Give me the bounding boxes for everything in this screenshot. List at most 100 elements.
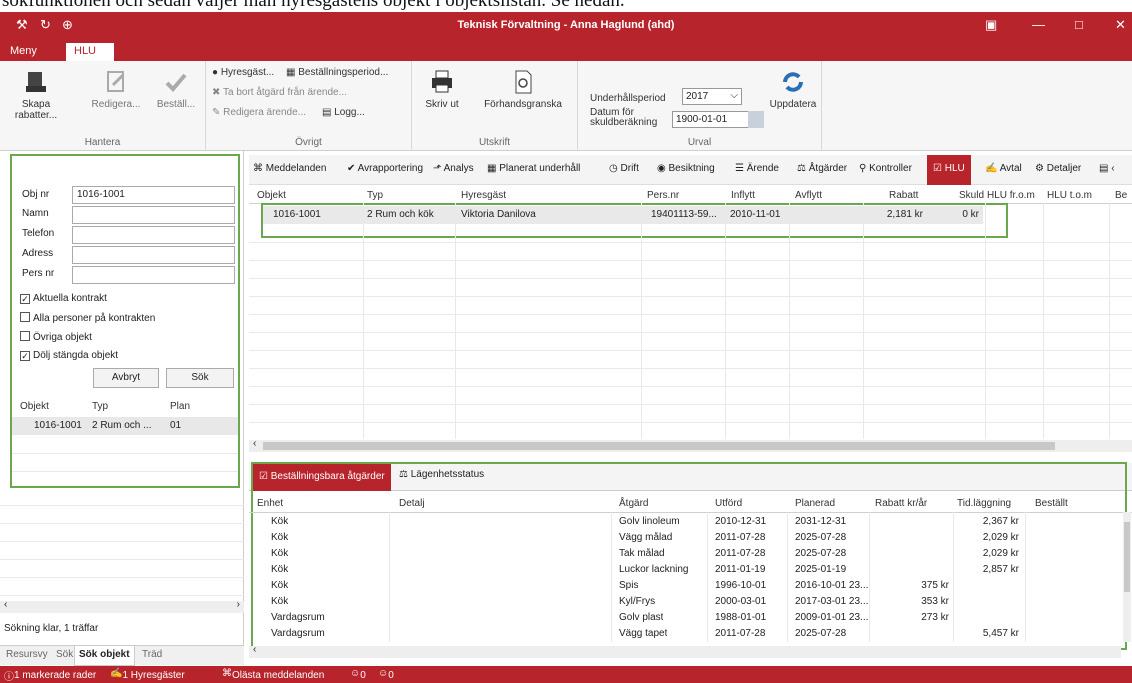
- scroll-thumb[interactable]: [263, 442, 1055, 450]
- col-hlu-from[interactable]: HLU fr.o.m: [987, 190, 1035, 201]
- tab-planerat-underhall[interactable]: ▦ Planerat underhåll: [487, 163, 580, 174]
- bestallningsperiod-button[interactable]: ▦ Beställningsperiod...: [286, 67, 388, 78]
- col-typ[interactable]: Typ: [92, 401, 108, 412]
- col-rabatt[interactable]: Rabatt: [889, 190, 918, 201]
- group-utskrift: Skriv ut Förhandsgranska Utskrift: [412, 61, 578, 151]
- edit-icon: [103, 69, 129, 95]
- table-row[interactable]: Vardagsrum Vägg tapet 2011-07-28 2025-07-28…: [249, 626, 1119, 642]
- table-row[interactable]: Kök Vägg målad 2011-07-28 2025-07-28 2,029 k…: [249, 530, 1119, 546]
- left-horizontal-scrollbar[interactable]: ‹ ›: [0, 599, 244, 613]
- gears-icon: ⚙: [1035, 163, 1044, 174]
- clock-icon: ◷: [609, 163, 618, 174]
- table-row[interactable]: Kök Spis 1996-10-01 2016-10-01 23... 375 kr: [249, 578, 1119, 594]
- tab-drift[interactable]: ◷ Drift: [609, 163, 639, 174]
- underhallsperiod-select[interactable]: 2017 ⌵: [682, 88, 742, 105]
- user-count-1[interactable]: ☺ 0: [350, 668, 366, 681]
- table-row[interactable]: Kök Tak målad 2011-07-28 2025-07-28 2,029 kr: [249, 546, 1119, 562]
- group-label-ovrigt: Övrigt: [295, 137, 322, 148]
- checkbox-ovriga-objekt[interactable]: Övriga objekt: [20, 331, 92, 343]
- bestall-button[interactable]: Beställ...: [150, 69, 202, 110]
- ribbon-display-icon[interactable]: ▣: [985, 17, 997, 33]
- col-skuld[interactable]: Skuld: [959, 190, 984, 201]
- objnr-input[interactable]: 1016-1001: [72, 186, 235, 204]
- tab-hlu[interactable]: HLU: [66, 43, 114, 61]
- tab-resursvy[interactable]: Resursvy: [6, 649, 48, 660]
- uppdatera-button[interactable]: Uppdatera: [768, 69, 818, 110]
- calendar-dropdown-icon[interactable]: [748, 111, 764, 128]
- skriv-ut-button[interactable]: Skriv ut: [416, 69, 468, 110]
- col-atgard[interactable]: Åtgärd: [619, 498, 648, 509]
- table-row[interactable]: Kök Luckor lackning 2011-01-19 2025-01-19 2,…: [249, 562, 1119, 578]
- cart-icon: ☑: [933, 163, 942, 174]
- redigera-arende-button[interactable]: ✎ Redigera ärende...: [212, 107, 306, 118]
- hyresgast-button[interactable]: ● Hyresgäst...: [212, 67, 274, 78]
- tab-avrapportering[interactable]: ✔ Avrapportering: [347, 163, 423, 174]
- tab-analys[interactable]: ⬏ Analys: [433, 163, 474, 174]
- adress-input[interactable]: [72, 246, 235, 264]
- persnr-input[interactable]: [72, 266, 235, 284]
- col-planerad[interactable]: Planerad: [795, 498, 835, 509]
- col-inflytt[interactable]: Inflytt: [731, 190, 755, 201]
- hlu-horizontal-scrollbar[interactable]: ‹: [249, 438, 1132, 452]
- tab-sok-objekt[interactable]: Sök objekt: [74, 646, 135, 666]
- close-button[interactable]: ✕: [1115, 17, 1126, 33]
- checkbox-dolj-stangda[interactable]: ✓ Dölj stängda objekt: [20, 350, 118, 361]
- table-row[interactable]: Kök Kyl/Frys 2000-03-01 2017-03-01 23... 353…: [249, 594, 1119, 610]
- namn-input[interactable]: [72, 206, 235, 224]
- namn-label: Namn: [22, 208, 49, 219]
- more-tabs-icon[interactable]: ▤ ‹: [1099, 163, 1115, 174]
- tab-detaljer[interactable]: ⚙ Detaljer: [1035, 163, 1081, 174]
- col-detalj[interactable]: Detalj: [399, 498, 425, 509]
- tab-besiktning[interactable]: ◉ Besiktning: [657, 163, 715, 174]
- tab-atgarder[interactable]: ⚖ Åtgärder: [797, 163, 847, 174]
- actions-vertical-scrollbar[interactable]: [1123, 512, 1131, 642]
- col-utford[interactable]: Utförd: [715, 498, 742, 509]
- checkbox-aktuella-kontrakt[interactable]: ✓ Aktuella kontrakt: [20, 293, 107, 304]
- tab-meny[interactable]: Meny: [2, 43, 45, 61]
- user-count-2[interactable]: ☺ 0: [378, 668, 394, 681]
- logg-button[interactable]: ▤ Logg...: [322, 107, 365, 118]
- checkbox-alla-personer[interactable]: Alla personer på kontrakten: [20, 312, 155, 324]
- col-objekt[interactable]: Objekt: [20, 401, 49, 412]
- col-be[interactable]: Be: [1115, 190, 1127, 201]
- col-plan[interactable]: Plan: [170, 401, 190, 412]
- tab-hlu[interactable]: ☑ HLU: [927, 155, 971, 185]
- maximize-button[interactable]: □: [1075, 17, 1083, 32]
- col-avflytt[interactable]: Avflytt: [795, 190, 822, 201]
- document-text: sökfunktionen och sedan väljer man hyres…: [2, 0, 625, 11]
- col-bestallt[interactable]: Beställt: [1035, 498, 1068, 509]
- col-persnr[interactable]: Pers.nr: [647, 190, 679, 201]
- table-row[interactable]: Vardagsrum Golv plast 1988-01-01 2009-01-01…: [249, 610, 1119, 626]
- hyresgaster-status[interactable]: ✍ 1 Hyresgäster: [110, 668, 185, 681]
- ta-bort-atgard-button[interactable]: ✖ Ta bort åtgärd från ärende...: [212, 87, 347, 98]
- sok-button[interactable]: Sök: [166, 368, 234, 388]
- forhandsgranska-button[interactable]: Förhandsgranska: [478, 69, 568, 110]
- tab-avtal[interactable]: ✍ Avtal: [985, 163, 1022, 174]
- list-icon: ☰: [735, 163, 744, 174]
- redigera-button[interactable]: Redigera...: [88, 69, 144, 110]
- tab-trad[interactable]: Träd: [142, 649, 162, 660]
- avbryt-button[interactable]: Avbryt: [93, 368, 159, 388]
- col-hyresgast[interactable]: Hyresgäst: [461, 190, 506, 201]
- skapa-rabatter-button[interactable]: Skapa rabatter...: [4, 69, 68, 121]
- col-hlu-tom[interactable]: HLU t.o.m: [1047, 190, 1092, 201]
- col-typ[interactable]: Typ: [367, 190, 383, 201]
- col-objekt[interactable]: Objekt: [257, 190, 286, 201]
- col-enhet[interactable]: Enhet: [257, 498, 283, 509]
- objnr-label: Obj nr: [22, 189, 50, 200]
- double-check-icon: ✔: [347, 163, 356, 174]
- tab-meddelanden[interactable]: ⌘ Meddelanden: [253, 163, 326, 174]
- col-tidlaggning[interactable]: Tid.läggning: [957, 498, 1011, 509]
- col-rabatt-kr-ar[interactable]: Rabatt kr/år: [875, 498, 927, 509]
- table-row[interactable]: 1016-1001 2 Rum och ... 01: [12, 417, 238, 435]
- telefon-input[interactable]: [72, 226, 235, 244]
- datum-input[interactable]: 1900-01-01: [672, 111, 764, 128]
- tab-sok[interactable]: Sök: [56, 649, 73, 660]
- tab-kontroller[interactable]: ⚲ Kontroller: [859, 163, 912, 174]
- olasta-meddelanden-status[interactable]: ⌘ Olästa meddelanden: [222, 668, 324, 681]
- tab-arende[interactable]: ☰ Ärende: [735, 163, 779, 174]
- minimize-button[interactable]: —: [1032, 17, 1045, 32]
- print-preview-icon: [510, 69, 536, 95]
- table-row[interactable]: Kök Golv linoleum 2010-12-31 2031-12-31 2,36…: [249, 514, 1119, 530]
- actions-horizontal-scrollbar[interactable]: ‹: [249, 644, 1121, 658]
